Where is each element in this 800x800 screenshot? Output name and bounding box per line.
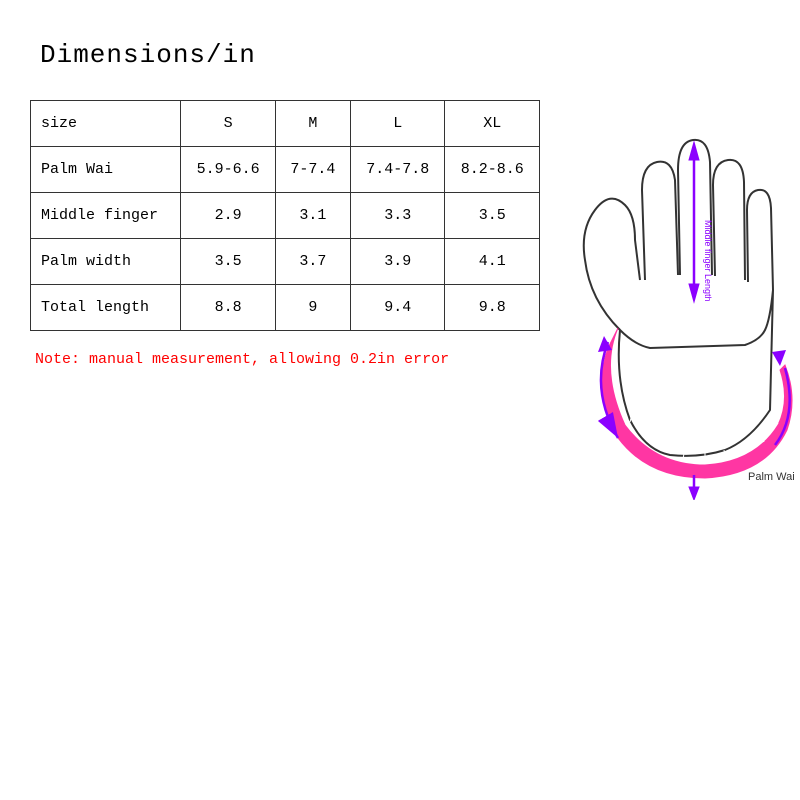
page-title: Dimensions/in	[40, 40, 770, 70]
table-row-label: Total length	[31, 285, 181, 331]
page-wrapper: Dimensions/in sizeSMLXLPalm Wai5.9-6.67-…	[0, 0, 800, 800]
table-cell: 2.9	[181, 193, 275, 239]
content-area: sizeSMLXLPalm Wai5.9-6.67-7.47.4-7.88.2-…	[30, 100, 770, 500]
table-cell: 3.7	[275, 239, 350, 285]
table-row: Palm width3.53.73.94.1	[31, 239, 540, 285]
diagram-section: Middle finger Length	[560, 80, 800, 500]
table-cell: 8.8	[181, 285, 275, 331]
table-cell: 9	[275, 285, 350, 331]
hand-diagram: Middle finger Length	[560, 80, 800, 500]
table-cell: 4.1	[445, 239, 540, 285]
table-cell: 3.5	[445, 193, 540, 239]
table-cell: 9.8	[445, 285, 540, 331]
table-cell: 3.3	[350, 193, 444, 239]
table-cell: 3.5	[181, 239, 275, 285]
svg-text:Palm Wai: Palm Wai	[748, 471, 795, 483]
table-header-cell: size	[31, 101, 181, 147]
table-cell: 3.9	[350, 239, 444, 285]
table-header-cell: L	[350, 101, 444, 147]
table-header-cell: XL	[445, 101, 540, 147]
table-cell: 5.9-6.6	[181, 147, 275, 193]
table-cell: 7-7.4	[275, 147, 350, 193]
note-text: Note: manual measurement, allowing 0.2in…	[35, 351, 540, 368]
table-header-cell: M	[275, 101, 350, 147]
table-header-cell: S	[181, 101, 275, 147]
table-cell: 3.1	[275, 193, 350, 239]
table-section: sizeSMLXLPalm Wai5.9-6.67-7.47.4-7.88.2-…	[30, 100, 540, 368]
table-row-label: Palm width	[31, 239, 181, 285]
table-row: Middle finger2.93.13.33.5	[31, 193, 540, 239]
table-row-label: Middle finger	[31, 193, 181, 239]
svg-text:Middle finger Length: Middle finger Length	[703, 220, 713, 302]
table-row: Total length8.899.49.8	[31, 285, 540, 331]
table-row: Palm Wai5.9-6.67-7.47.4-7.88.2-8.6	[31, 147, 540, 193]
dimensions-table: sizeSMLXLPalm Wai5.9-6.67-7.47.4-7.88.2-…	[30, 100, 540, 331]
table-cell: 7.4-7.8	[350, 147, 444, 193]
table-row-label: Palm Wai	[31, 147, 181, 193]
table-cell: 8.2-8.6	[445, 147, 540, 193]
table-cell: 9.4	[350, 285, 444, 331]
